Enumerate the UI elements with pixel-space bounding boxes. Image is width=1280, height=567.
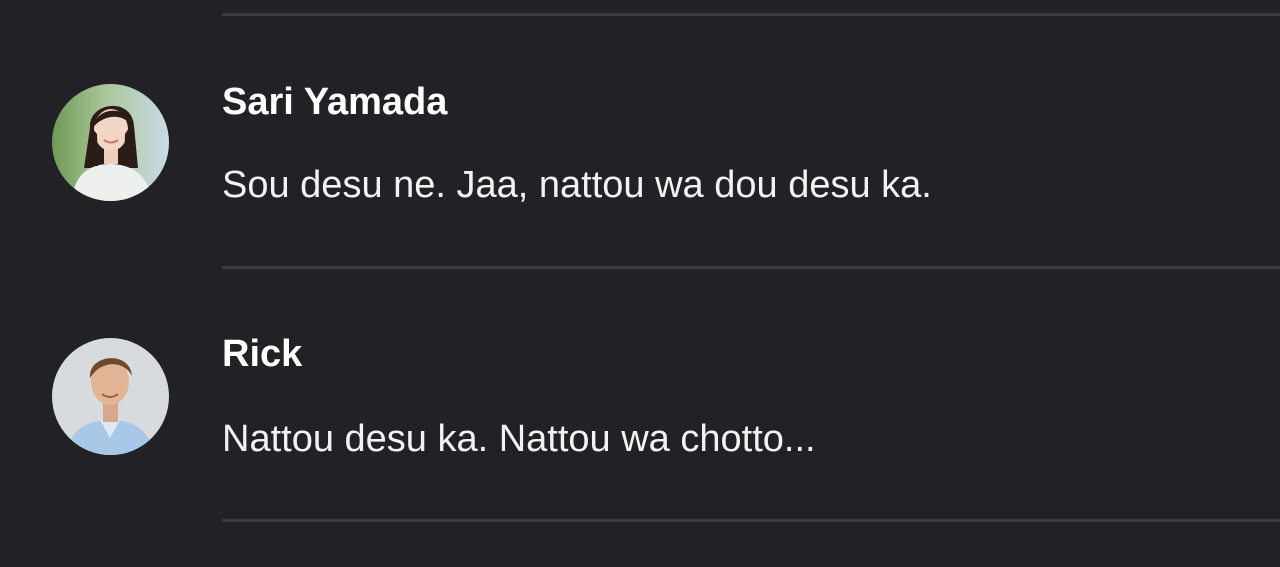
message-text: Sou desu ne. Jaa, nattou wa dou desu ka. <box>222 164 932 206</box>
message-text: Nattou desu ka. Nattou wa chotto... <box>222 418 816 460</box>
avatar-photo-man-icon <box>52 338 169 455</box>
sender-name: Rick <box>222 333 303 375</box>
message-item[interactable]: Sari Yamada Sou desu ne. Jaa, nattou wa … <box>0 15 1280 267</box>
avatar-photo-woman-icon <box>52 84 169 201</box>
avatar[interactable] <box>52 84 169 201</box>
divider <box>222 519 1280 522</box>
chat-message-list: Sari Yamada Sou desu ne. Jaa, nattou wa … <box>0 0 1280 567</box>
sender-name: Sari Yamada <box>222 81 448 123</box>
avatar[interactable] <box>52 338 169 455</box>
message-item[interactable]: Rick Nattou desu ka. Nattou wa chotto... <box>0 268 1280 520</box>
